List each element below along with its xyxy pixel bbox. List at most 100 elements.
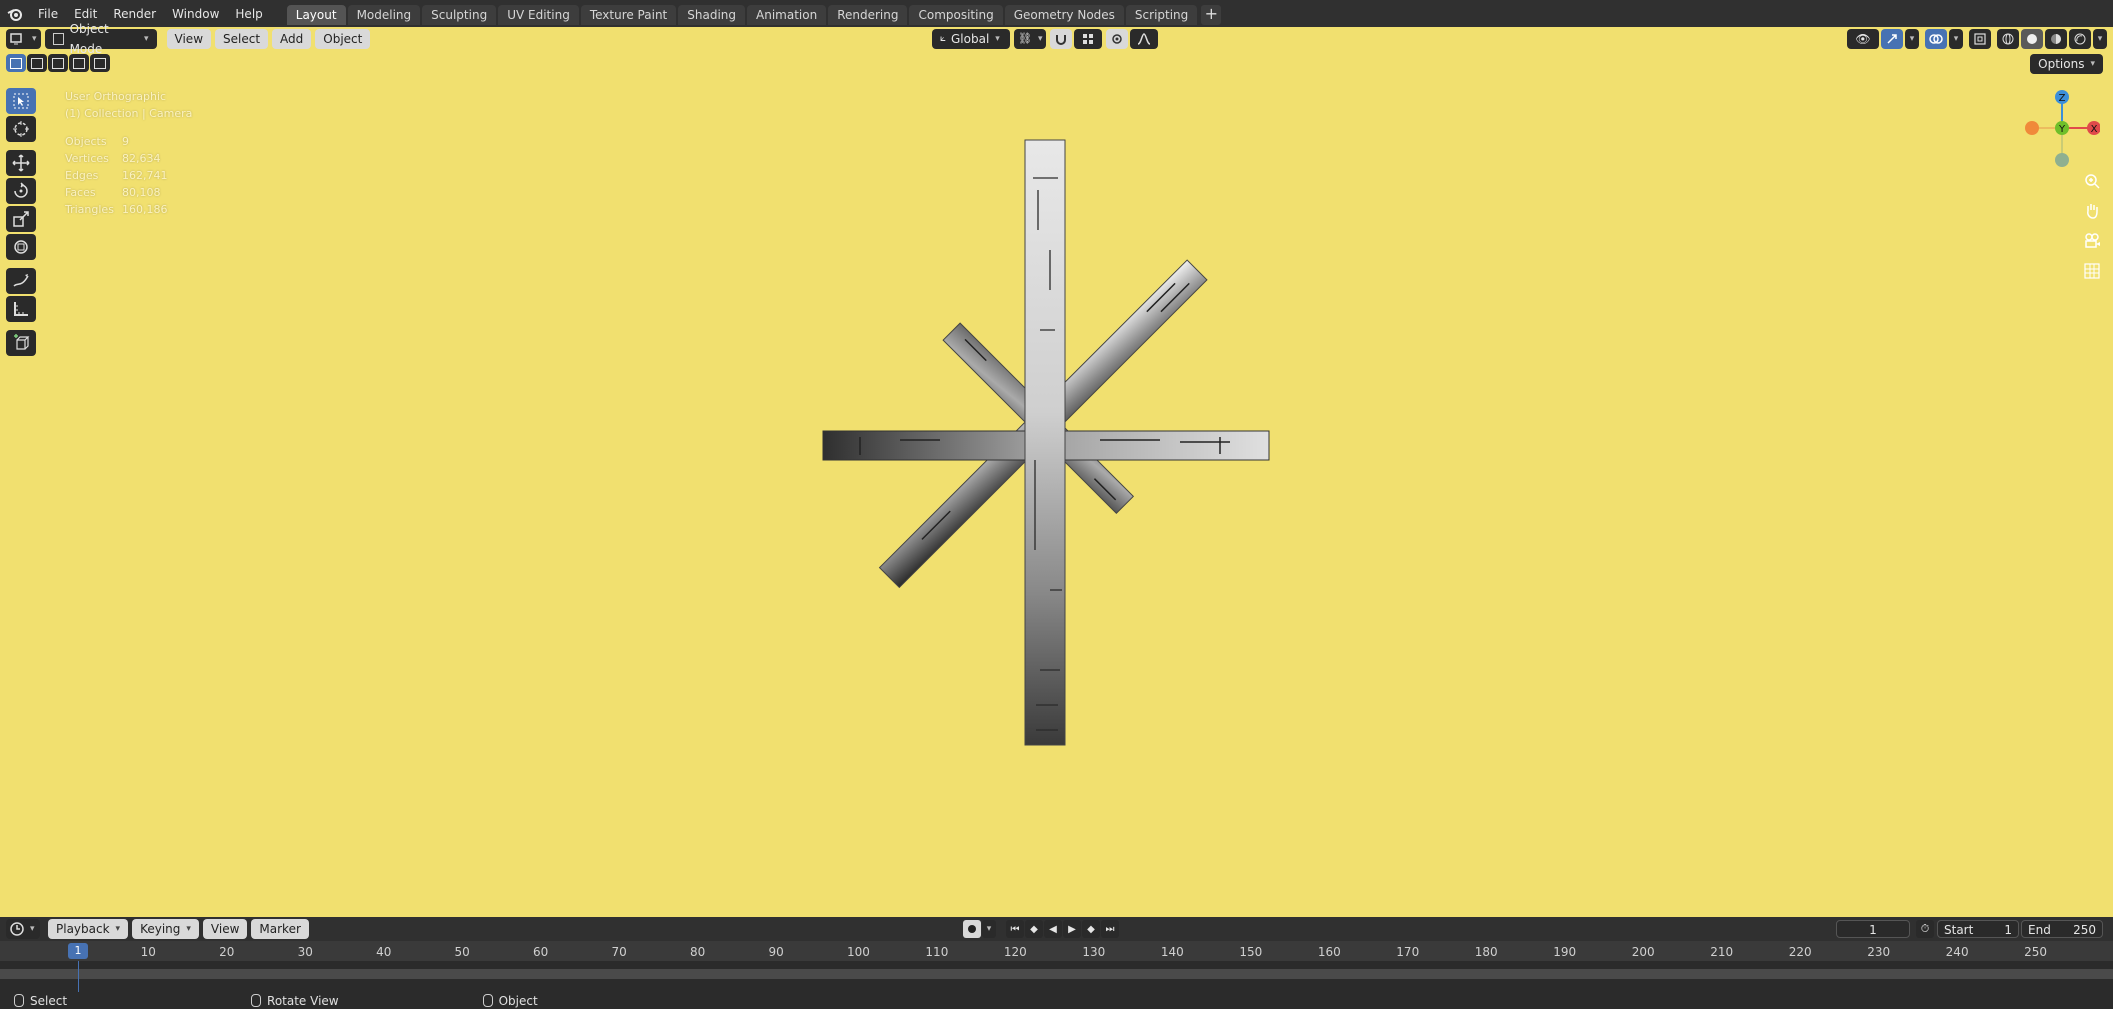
prev-keyframe-icon: ◆ (1030, 923, 1038, 935)
keyframe-strip (0, 969, 2113, 979)
menu-select[interactable]: Select (215, 29, 269, 49)
select-mode-new-button[interactable] (6, 54, 26, 72)
tool-select-box[interactable] (6, 88, 36, 114)
tab-animation[interactable]: Animation (747, 4, 827, 25)
shading-options-dropdown[interactable]: ▾ (2093, 29, 2107, 49)
rotate-icon (14, 182, 28, 198)
record-button[interactable] (963, 920, 981, 938)
tab-uv-editing[interactable]: UV Editing (498, 4, 579, 25)
tab-scripting[interactable]: Scripting (1125, 4, 1198, 25)
proportional-icon (1112, 34, 1122, 44)
move-arrows-icon (12, 154, 30, 172)
transform-orientation-dropdown[interactable]: ⟀ Global ▾ (932, 29, 1010, 49)
falloff-dropdown[interactable] (1130, 29, 1158, 49)
current-frame-field[interactable]: 1 (1836, 920, 1910, 938)
pan-hand-icon[interactable] (2081, 200, 2103, 222)
start-frame-field[interactable]: Start 1 (1937, 920, 2019, 938)
record-options-dropdown[interactable]: ▾ (982, 920, 996, 938)
jump-start-button[interactable]: ⏮ (1006, 920, 1024, 938)
shading-wireframe-button[interactable] (1997, 29, 2019, 49)
menu-help[interactable]: Help (227, 4, 270, 24)
snap-target-dropdown[interactable] (1074, 29, 1102, 49)
zoom-icon[interactable] (2081, 170, 2103, 192)
status-select-label: Select (30, 993, 68, 1008)
current-frame-marker[interactable]: 1 (68, 943, 88, 959)
center-header-tools: ⟀ Global ▾ ⛓ ▾ (932, 29, 1160, 49)
tool-measure[interactable] (6, 296, 36, 322)
tool-annotate[interactable] (6, 268, 36, 294)
timeline-tick-label: 110 (925, 945, 949, 959)
timeline-marker-menu[interactable]: Marker (251, 919, 309, 939)
timeline-tick-label: 90 (768, 945, 784, 959)
preview-range-toggle[interactable]: ⏱ (1916, 920, 1934, 938)
tool-move[interactable] (6, 150, 36, 176)
timeline-tick-label: 160 (1317, 945, 1341, 959)
gizmo-toggle[interactable] (1881, 29, 1903, 49)
tab-modeling[interactable]: Modeling (347, 4, 421, 25)
tool-scale[interactable] (6, 206, 36, 232)
select-mode-subtract-button[interactable] (48, 54, 68, 72)
menu-view[interactable]: View (166, 29, 212, 49)
frame-range-controls: 1 ⏱ Start 1 End 250 (1836, 920, 2103, 938)
select-mode-invert-button[interactable] (69, 54, 89, 72)
options-dropdown[interactable]: Options ▾ (2030, 54, 2103, 74)
playback-dropdown[interactable]: Playback ▾ (48, 919, 129, 939)
gizmo-options-dropdown[interactable]: ▾ (1905, 29, 1919, 49)
tool-shelf (6, 88, 36, 358)
next-keyframe-button[interactable]: ◆ (1082, 920, 1100, 938)
timeline-ruler[interactable]: 1 10 20 30 40 50 60 70 80 90 100 110 120 130 140 150 16… (0, 941, 2113, 961)
tool-cursor[interactable] (6, 116, 36, 142)
tool-transform[interactable] (6, 234, 36, 260)
xray-toggle[interactable] (1969, 29, 1991, 49)
timeline-track[interactable] (0, 961, 2113, 992)
overlays-options-dropdown[interactable]: ▾ (1949, 29, 1963, 49)
object-visibility-dropdown[interactable]: 👁 (1847, 29, 1879, 49)
mouse-middle-icon (251, 994, 262, 1007)
navigation-gizmo[interactable]: Z Y X (2020, 88, 2101, 168)
play-reverse-button[interactable]: ◀ (1044, 920, 1062, 938)
blender-logo-icon[interactable] (0, 0, 30, 27)
menu-add[interactable]: Add (272, 29, 312, 49)
shading-material-button[interactable] (2045, 29, 2067, 49)
overlays-toggle[interactable] (1925, 29, 1947, 49)
timeline-view-menu[interactable]: View (202, 919, 248, 939)
camera-view-icon[interactable] (2081, 230, 2103, 252)
end-frame-field[interactable]: End 250 (2021, 920, 2103, 938)
menu-object[interactable]: Object (315, 29, 371, 49)
current-frame-value: 1 (1869, 923, 1877, 937)
tab-shading[interactable]: Shading (678, 4, 745, 25)
timeline-editor-type-button[interactable]: ▾ (6, 919, 40, 939)
top-bar: File Edit Render Window Help Layout Mode… (0, 0, 2113, 27)
stat-value: 80,108 (122, 186, 161, 199)
keying-dropdown[interactable]: Keying ▾ (132, 919, 199, 939)
jump-end-button[interactable]: ⏭ (1101, 920, 1119, 938)
menu-file[interactable]: File (30, 4, 66, 24)
tab-rendering[interactable]: Rendering (828, 4, 908, 25)
select-intersect-icon (94, 57, 106, 69)
proportional-edit-toggle[interactable] (1106, 29, 1128, 49)
tool-add-cube[interactable] (6, 330, 36, 356)
snap-toggle[interactable] (1050, 29, 1072, 49)
play-button[interactable]: ▶ (1063, 920, 1081, 938)
3d-cursor-icon (13, 121, 29, 137)
tab-texture-paint[interactable]: Texture Paint (580, 4, 677, 25)
ortho-grid-icon[interactable] (2081, 260, 2103, 282)
pivot-point-dropdown[interactable]: ⛓ ▾ (1014, 29, 1046, 49)
select-mode-intersect-button[interactable] (90, 54, 110, 72)
scene-model[interactable] (800, 130, 1290, 755)
menu-window[interactable]: Window (164, 4, 227, 24)
tool-rotate[interactable] (6, 178, 36, 204)
view-name: User Orthographic (65, 90, 167, 103)
prev-keyframe-button[interactable]: ◆ (1025, 920, 1043, 938)
select-mode-extend-button[interactable] (27, 54, 47, 72)
mode-dropdown[interactable]: Object Mode ▾ (44, 22, 157, 56)
tab-layout[interactable]: Layout (286, 4, 346, 25)
add-workspace-button[interactable]: + (1201, 4, 1222, 25)
shading-solid-button[interactable] (2021, 29, 2043, 49)
tab-sculpting[interactable]: Sculpting (422, 4, 497, 25)
editor-type-button[interactable]: ▾ (6, 29, 41, 49)
tab-geometry-nodes[interactable]: Geometry Nodes (1004, 4, 1124, 25)
shading-rendered-button[interactable] (2069, 29, 2091, 49)
falloff-curve-icon (1137, 33, 1151, 45)
tab-compositing[interactable]: Compositing (909, 4, 1003, 25)
